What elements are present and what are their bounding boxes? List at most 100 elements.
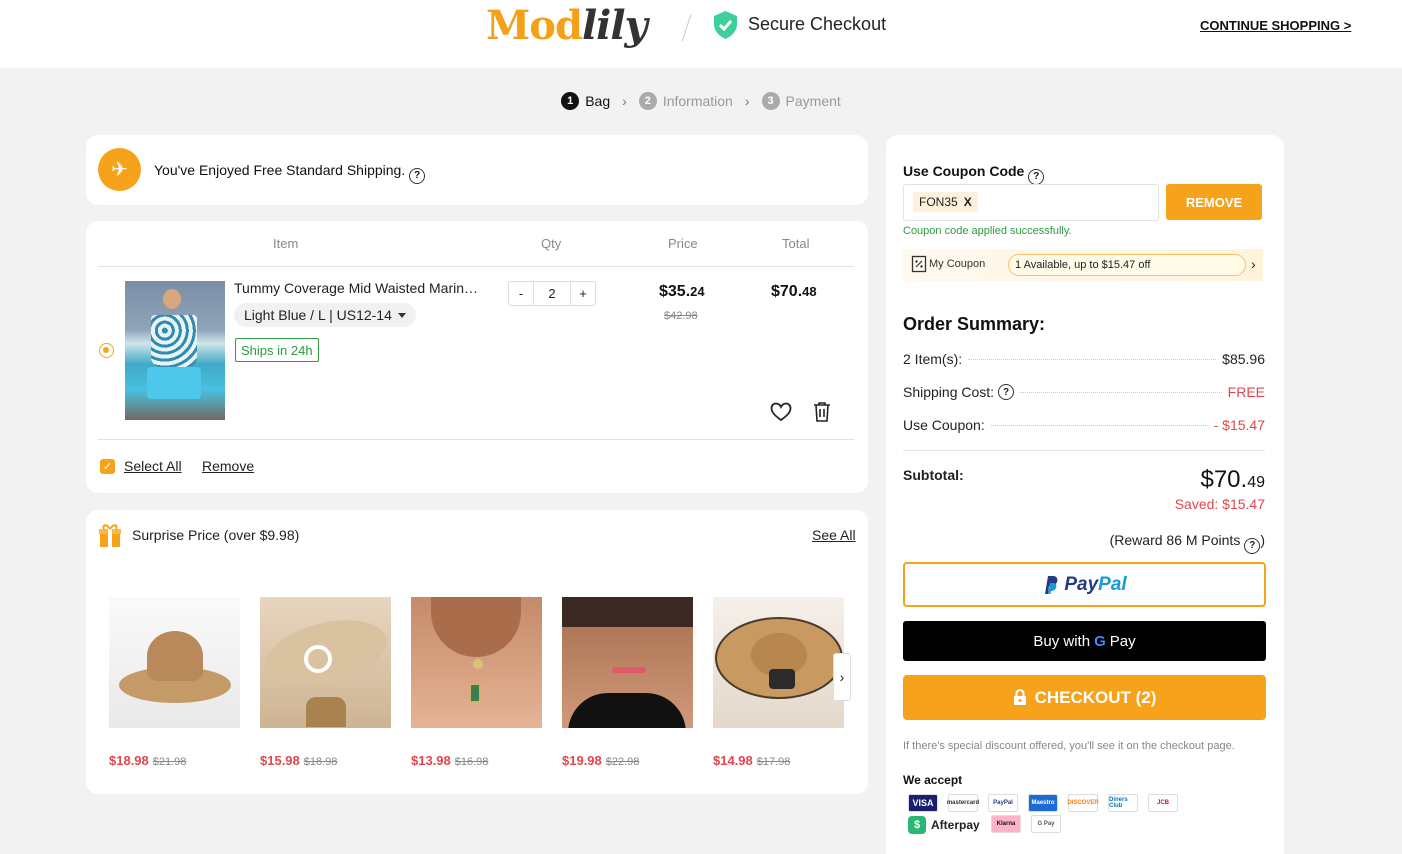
sale-price: $18.98: [109, 753, 149, 768]
caret-down-icon: [397, 312, 406, 318]
item-select-radio[interactable]: [99, 343, 114, 358]
clear-coupon-icon[interactable]: X: [964, 195, 972, 209]
surprise-item[interactable]: $14.98 $17.98: [713, 597, 844, 768]
reward-points: (Reward 86 M Points: [1109, 532, 1241, 548]
original-price: $21.98: [152, 756, 187, 768]
page-header: Modlily Secure Checkout CONTINUE SHOPPIN…: [0, 0, 1402, 68]
question-icon[interactable]: ?: [1244, 537, 1261, 554]
column-header-qty: Qty: [541, 236, 562, 251]
items-label: 2 Item(s):: [903, 351, 963, 367]
line-total: $70.48: [771, 283, 817, 300]
sale-price: $13.98: [411, 753, 451, 768]
paypal-icon: [1045, 575, 1058, 594]
header-divider: [681, 14, 692, 42]
sale-price: $14.98: [713, 753, 753, 768]
available-coupons-pill: 1 Available, up to $15.47 off: [1008, 254, 1246, 276]
chevron-right-icon: ›: [1251, 256, 1256, 272]
original-price: $18.98: [303, 756, 338, 768]
free-shipping-banner: ✈ You've Enjoyed Free Standard Shipping.…: [86, 135, 868, 205]
coupon-input[interactable]: FON35 X: [903, 184, 1159, 221]
surprise-item[interactable]: $18.98 $21.98: [109, 597, 240, 768]
remove-link[interactable]: Remove: [202, 458, 254, 474]
step-bag[interactable]: 1 Bag: [561, 92, 610, 110]
column-header-total: Total: [782, 236, 810, 251]
visa-icon: VISA: [908, 794, 938, 812]
qty-increase-button[interactable]: +: [571, 282, 595, 305]
checkout-steps: 1 Bag › 2 Information › 3 Payment: [0, 92, 1402, 110]
qty-input[interactable]: 2: [533, 282, 571, 305]
select-all-checkbox[interactable]: ✓: [100, 459, 115, 474]
checkout-button[interactable]: CHECKOUT (2): [903, 675, 1266, 720]
coupon-discount-label: Use Coupon:: [903, 417, 985, 433]
airplane-icon: ✈: [98, 148, 141, 191]
surprise-title: Surprise Price (over $9.98): [132, 527, 300, 543]
coupon-success-message: Coupon code applied successfully.: [903, 225, 1072, 237]
product-image[interactable]: [713, 597, 844, 728]
trash-icon[interactable]: [813, 401, 831, 422]
surprise-price-section: Surprise Price (over $9.98) See All $18.…: [86, 510, 868, 794]
product-image[interactable]: [125, 281, 225, 420]
column-header-price: Price: [668, 236, 698, 251]
discount-note: If there's special discount offered, you…: [903, 740, 1235, 752]
subtotal-value: $70.49: [1200, 466, 1265, 493]
divider: [98, 266, 854, 267]
my-coupon-row[interactable]: My Coupon 1 Available, up to $15.47 off …: [903, 249, 1263, 281]
original-price: $42.98: [664, 310, 698, 322]
paypal-button[interactable]: PayPal: [903, 562, 1266, 607]
heart-icon[interactable]: [770, 402, 792, 422]
continue-shopping-link[interactable]: CONTINUE SHOPPING >: [1200, 18, 1351, 33]
order-summary-title: Order Summary:: [903, 314, 1046, 334]
shipping-label: Shipping Cost:: [903, 384, 995, 400]
shipping-cost-row: Shipping Cost:? FREE: [903, 383, 1265, 401]
divider: [98, 439, 854, 440]
product-image[interactable]: [260, 597, 391, 728]
product-image[interactable]: [411, 597, 542, 728]
surprise-item[interactable]: $19.98 $22.98: [562, 597, 693, 768]
surprise-item[interactable]: $15.98 $18.98: [260, 597, 391, 768]
google-g-icon: G: [1094, 632, 1106, 650]
shopping-bag: Item Qty Price Total Tummy Coverage Mid …: [86, 221, 868, 493]
surprise-item[interactable]: $13.98 $16.98: [411, 597, 542, 768]
items-value: $85.96: [1222, 351, 1265, 367]
mastercard-icon: mastercard: [947, 794, 979, 812]
chevron-right-icon: ›: [622, 93, 627, 109]
carousel-next-button[interactable]: ›: [833, 653, 851, 701]
secure-checkout-label: Secure Checkout: [748, 14, 887, 34]
coupon-label: Use Coupon Code: [903, 163, 1025, 179]
original-price: $16.98: [454, 756, 489, 768]
question-icon[interactable]: ?: [409, 167, 426, 184]
qty-decrease-button[interactable]: -: [509, 282, 533, 305]
divider: [903, 450, 1265, 451]
modlily-logo[interactable]: Modlily: [486, 2, 648, 49]
question-icon[interactable]: ?: [998, 384, 1015, 400]
remove-coupon-button[interactable]: REMOVE: [1166, 184, 1262, 220]
column-header-item: Item: [273, 236, 299, 251]
shipping-value: FREE: [1227, 384, 1265, 400]
diners-club-icon: Diners Club: [1108, 794, 1138, 812]
sale-price: $15.98: [260, 753, 300, 768]
quantity-stepper: - 2 +: [508, 281, 596, 306]
saved-amount: Saved: $15.47: [1174, 496, 1265, 512]
step-payment[interactable]: 3 Payment: [761, 92, 841, 110]
afterpay-logo: $ Afterpay: [908, 816, 980, 834]
question-icon[interactable]: ?: [1028, 168, 1045, 185]
product-image[interactable]: [562, 597, 693, 728]
variant-selector[interactable]: Light Blue / L | US12-14: [234, 303, 416, 327]
items-subtotal-row: 2 Item(s): $85.96: [903, 350, 1265, 368]
order-summary-panel: Use Coupon Code? FON35 X REMOVE Coupon c…: [886, 135, 1284, 854]
coupon-code: FON35: [919, 195, 958, 209]
google-pay-button[interactable]: Buy with G Pay: [903, 621, 1266, 661]
select-all-link[interactable]: Select All: [124, 458, 182, 474]
applied-coupon-chip: FON35 X: [913, 192, 978, 212]
original-price: $22.98: [605, 756, 640, 768]
step-information[interactable]: 2 Information: [638, 92, 733, 110]
klarna-icon: Klarna: [991, 815, 1021, 833]
free-shipping-text: You've Enjoyed Free Standard Shipping.: [154, 162, 406, 178]
product-name[interactable]: Tummy Coverage Mid Waisted Marine Print …: [234, 280, 479, 296]
discover-icon: DISCOVER: [1067, 794, 1099, 812]
see-all-link[interactable]: See All: [812, 527, 856, 543]
we-accept-label: We accept: [903, 773, 963, 787]
product-image[interactable]: [109, 597, 240, 728]
paypal-small-icon: PayPal: [988, 794, 1018, 812]
subtotal-label: Subtotal:: [903, 467, 964, 483]
